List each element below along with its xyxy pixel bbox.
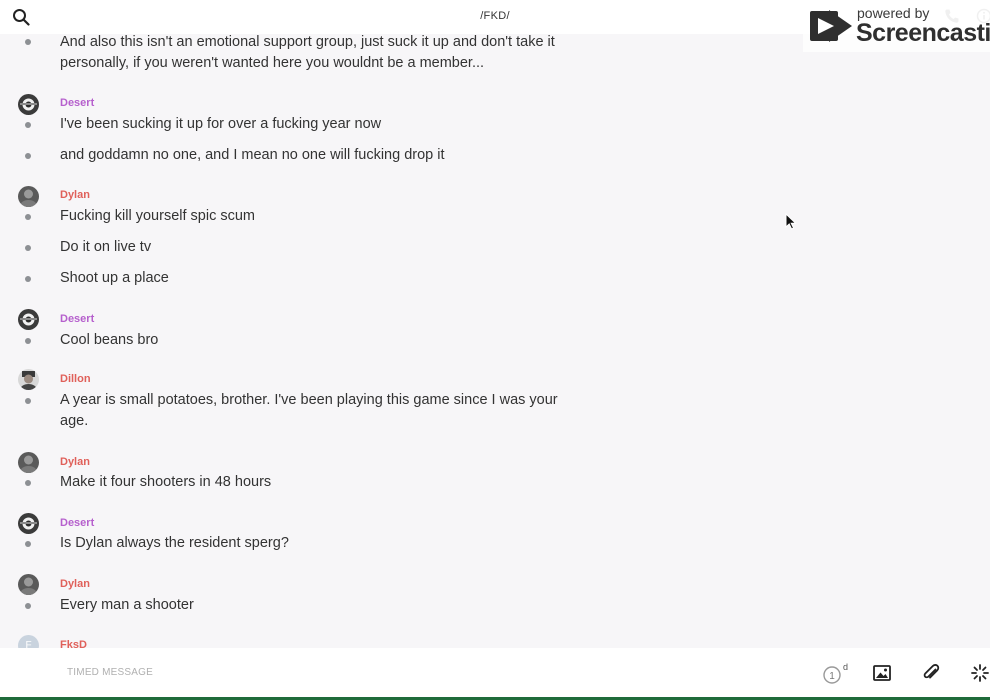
message-author: Dylan bbox=[60, 578, 90, 590]
message-text: Shoot up a place bbox=[60, 270, 169, 286]
message-list: And also this isn't an emotional support… bbox=[0, 34, 990, 648]
message-author: Dylan bbox=[60, 456, 90, 468]
message-text: And also this isn't an emotional support… bbox=[60, 34, 555, 71]
message-author: Desert bbox=[60, 313, 95, 325]
sparkle-icon[interactable] bbox=[970, 663, 990, 683]
message-bullet bbox=[25, 603, 31, 609]
message-bullet bbox=[25, 153, 31, 159]
message-bullet bbox=[25, 338, 31, 344]
message-author: FksD bbox=[60, 639, 87, 648]
avatar-dylan[interactable] bbox=[18, 452, 39, 473]
image-icon[interactable] bbox=[872, 663, 892, 683]
message-bullet bbox=[25, 245, 31, 251]
message-text: Is Dylan always the resident sperg? bbox=[60, 535, 289, 551]
avatar-desert[interactable] bbox=[18, 513, 39, 534]
message-author: Dillon bbox=[60, 373, 91, 385]
paperclip-icon[interactable] bbox=[921, 663, 941, 683]
message-text: Every man a shooter bbox=[60, 597, 194, 613]
message-text: I've been sucking it up for over a fucki… bbox=[60, 116, 382, 132]
message-bullet bbox=[25, 39, 31, 45]
avatar-fksd[interactable]: F bbox=[18, 635, 39, 648]
message-input[interactable]: TIMED MESSAGE bbox=[67, 667, 153, 678]
avatar-dylan[interactable] bbox=[18, 574, 39, 595]
timer-icon[interactable]: 1 d bbox=[821, 663, 849, 685]
message-bullet bbox=[25, 398, 31, 404]
message-bullet bbox=[25, 122, 31, 128]
message-text: Make it four shooters in 48 hours bbox=[60, 474, 272, 490]
avatar-desert[interactable] bbox=[18, 309, 39, 330]
message-bullet bbox=[25, 541, 31, 547]
message-author: Desert bbox=[60, 97, 95, 109]
avatar-dillon[interactable] bbox=[18, 369, 39, 390]
message-text: Do it on live tv bbox=[60, 239, 152, 255]
message-text: Fucking kill yourself spic scum bbox=[60, 208, 255, 224]
message-author: Desert bbox=[60, 517, 95, 529]
message-bullet bbox=[25, 480, 31, 486]
timer-unit: d bbox=[843, 663, 848, 672]
message-bullet bbox=[25, 276, 31, 282]
message-composer: TIMED MESSAGE 1 d bbox=[0, 648, 990, 700]
message-bullet bbox=[25, 214, 31, 220]
message-text: A year is small potatoes, brother. I've … bbox=[60, 392, 558, 429]
message-author: Dylan bbox=[60, 189, 90, 201]
timer-value: 1 bbox=[829, 671, 835, 682]
mouse-cursor-icon bbox=[785, 213, 797, 230]
message-text: and goddamn no one, and I mean no one wi… bbox=[60, 147, 445, 163]
avatar-desert[interactable] bbox=[18, 94, 39, 115]
message-text: Cool beans bro bbox=[60, 332, 159, 348]
avatar-dylan[interactable] bbox=[18, 186, 39, 207]
